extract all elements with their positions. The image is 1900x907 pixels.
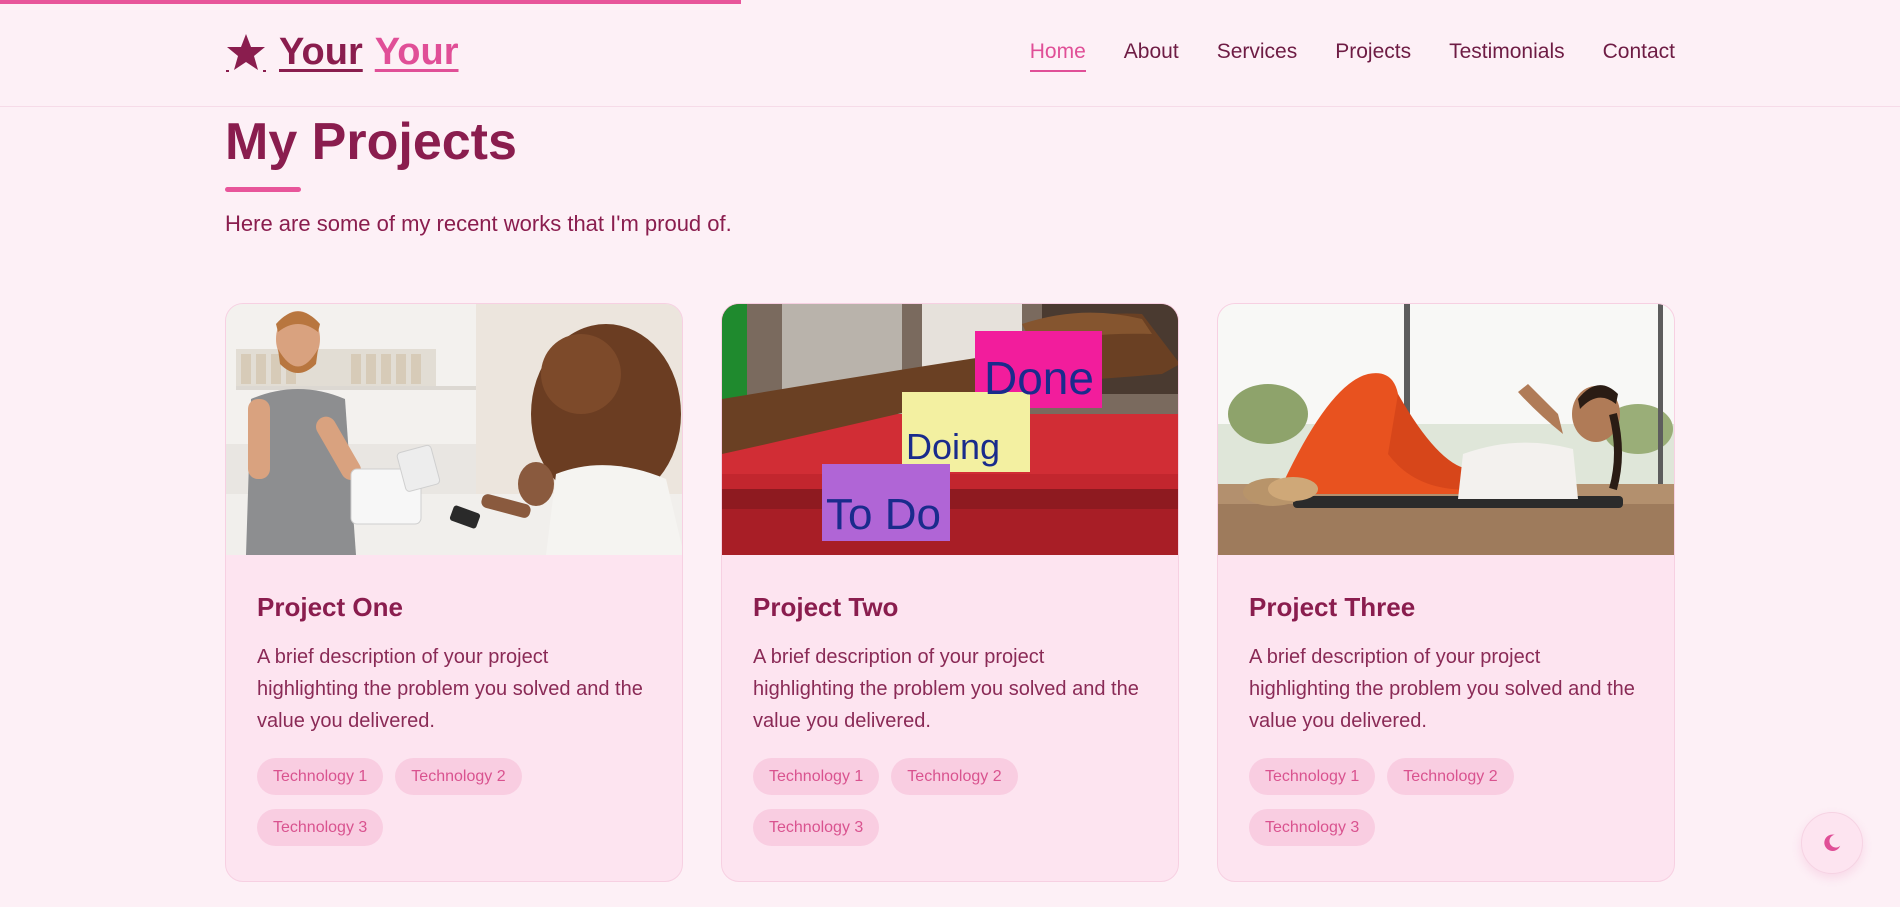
project-image-exercise <box>1218 304 1674 555</box>
brand-logo[interactable]: Your Your <box>225 30 459 74</box>
brand-word-one: Your <box>279 31 363 73</box>
page-subtitle: Here are some of my recent works that I'… <box>225 211 732 236</box>
project-description: A brief description of your project high… <box>1249 646 1635 732</box>
site-header: Your Your Home About Services Projects T… <box>0 0 1900 107</box>
main-nav: Home About Services Projects Testimonial… <box>1029 38 1675 72</box>
project-image-checkout <box>226 304 682 555</box>
project-image-sticky-notes: Done Doing To Do <box>722 304 1178 555</box>
project-cards: Project One A brief description of your … <box>225 303 1675 882</box>
project-card-one[interactable]: Project One A brief description of your … <box>225 303 683 882</box>
star-icon <box>226 34 266 72</box>
tech-tag: Technology 2 <box>1387 758 1514 795</box>
project-card-two[interactable]: Done Doing To Do Project Two A brief des… <box>721 303 1179 882</box>
title-underline <box>225 187 301 192</box>
tech-tag: Technology 2 <box>891 758 1018 795</box>
nav-about[interactable]: About <box>1124 38 1179 66</box>
tech-tag: Technology 3 <box>753 809 880 846</box>
note-done-text: Done <box>984 352 1094 404</box>
project-title: Project Two <box>753 592 899 622</box>
project-title: Project One <box>257 592 403 622</box>
project-description: A brief description of your project high… <box>257 646 643 732</box>
tech-tag: Technology 2 <box>395 758 522 795</box>
project-card-three[interactable]: Project Three A brief description of you… <box>1217 303 1675 882</box>
nav-projects[interactable]: Projects <box>1335 38 1411 66</box>
nav-services[interactable]: Services <box>1217 38 1298 66</box>
moon-icon <box>1824 834 1841 851</box>
tech-tag: Technology 1 <box>257 758 384 795</box>
nav-contact[interactable]: Contact <box>1603 38 1675 66</box>
tech-tag: Technology 1 <box>1249 758 1376 795</box>
project-description: A brief description of your project high… <box>753 646 1139 732</box>
tech-tag: Technology 3 <box>1249 809 1376 846</box>
note-todo-text: To Do <box>826 490 941 539</box>
tag-list: Technology 1 Technology 2 Technology 3 <box>1249 758 1579 846</box>
tech-tag: Technology 1 <box>753 758 880 795</box>
nav-home[interactable]: Home <box>1029 38 1086 72</box>
brand-word-two: Your <box>374 31 459 73</box>
tag-list: Technology 1 Technology 2 Technology 3 <box>257 758 587 846</box>
tag-list: Technology 1 Technology 2 Technology 3 <box>753 758 1083 846</box>
project-title: Project Three <box>1249 592 1416 622</box>
nav-testimonials[interactable]: Testimonials <box>1449 38 1565 66</box>
page-title: My Projects <box>225 113 517 171</box>
tech-tag: Technology 3 <box>257 809 384 846</box>
theme-toggle-button[interactable] <box>1801 812 1863 874</box>
note-doing-text: Doing <box>906 426 1000 467</box>
